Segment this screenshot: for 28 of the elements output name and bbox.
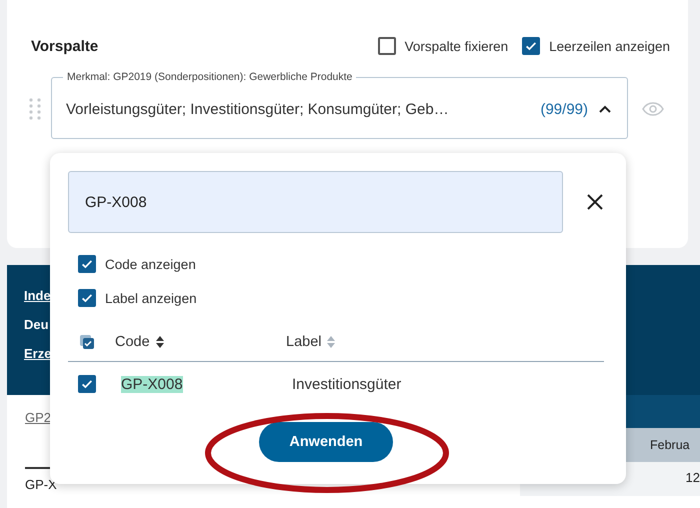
column-header[interactable]: Label xyxy=(286,334,336,350)
header-text: Deu xyxy=(24,317,50,332)
column-header: Februa xyxy=(650,438,690,452)
checkbox[interactable] xyxy=(378,37,396,55)
table-cell: GP-X xyxy=(25,477,57,492)
checkbox-label: Code anzeigen xyxy=(105,256,196,272)
section-title: Vorspalte xyxy=(31,38,98,54)
search-field[interactable]: GP-X008 xyxy=(68,171,563,233)
checkbox[interactable] xyxy=(78,289,96,307)
checkbox[interactable] xyxy=(522,37,540,55)
label-cell: Investitionsgüter xyxy=(292,376,402,392)
drag-handle-icon[interactable] xyxy=(29,98,41,120)
selected-values: Vorleistungsgüter; Investitionsgüter; Konsumgüter; Geb… xyxy=(66,100,450,118)
checkbox-label: Vorspalte fixieren xyxy=(404,38,508,54)
close-icon[interactable] xyxy=(587,194,603,210)
column-header[interactable]: Code xyxy=(115,334,286,350)
checkbox-label: Label anzeigen xyxy=(105,290,197,306)
checkbox-label: Leerzeilen anzeigen xyxy=(549,38,670,54)
field-legend: Merkmal: GP2019 (Sonderpositionen): Gewerbliche Produkte xyxy=(63,70,356,84)
checkbox[interactable] xyxy=(78,255,96,273)
apply-button[interactable]: Anwenden xyxy=(259,422,393,462)
code-cell: GP-X008 xyxy=(121,376,183,392)
table-cell: 12 xyxy=(686,470,700,485)
table-caption-link[interactable]: GP2 xyxy=(25,410,52,425)
multi-select-field[interactable]: Merkmal: GP2019 (Sonderpositionen): Gewerbliche Produkte Vorleistungsgüter; Investitionsgüter; Konsumgüter; Geb… (99/99) xyxy=(51,69,628,139)
select-all-checkbox[interactable] xyxy=(79,334,95,350)
selection-count: (99/99) xyxy=(540,100,588,118)
checkbox[interactable] xyxy=(78,375,96,393)
